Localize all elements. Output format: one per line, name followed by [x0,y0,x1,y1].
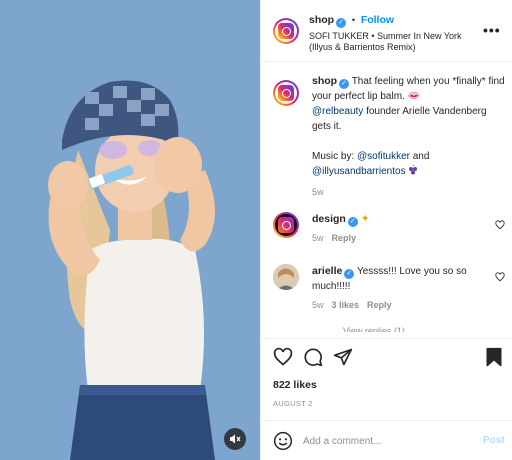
music-and: and [409,151,430,162]
instagram-logo-icon [278,23,294,39]
more-horizontal-icon: ••• [483,22,501,38]
reply-button[interactable]: Reply [367,300,392,310]
reply-button[interactable]: Reply [332,233,357,243]
like-heart-icon[interactable] [273,347,293,367]
music-prefix: Music by: [312,151,358,162]
lips-icon: 👄︎ [407,91,421,102]
view-replies-link[interactable]: View replies (1) [343,324,405,332]
commenter-username[interactable]: design [312,213,346,225]
audio-track-link[interactable]: SOFI TUKKER • Summer In New York (Illyus… [309,31,479,53]
grapes-icon [408,164,418,175]
commenter-username[interactable]: arielle [312,265,342,277]
mention-sofitukker[interactable]: @sofitukker [357,151,410,162]
speaker-muted-icon [230,434,241,444]
verified-badge-icon: ✓ [347,217,358,227]
mention-relbeauty[interactable]: @relbeauty [312,106,363,117]
post-side-panel: shop ✓ • Follow SOFI TUKKER • Summer In N… [260,0,512,460]
verified-badge-icon: ✓ [344,269,355,279]
caption-username[interactable]: shop [312,75,337,87]
audio-track-subtitle: (Illyus & Barrientos Remix) [309,42,416,52]
verified-badge-icon: ✓ [336,18,347,28]
mention-illyusandbarrientos[interactable]: @illyusandbarrientos [312,166,406,177]
post-actions: 822 likes AUGUST 2 [261,338,512,420]
instagram-logo-icon [278,85,294,101]
instagram-logo-icon [278,217,294,233]
emoji-smiley-icon[interactable] [273,431,293,451]
commenter-avatar[interactable] [273,264,299,290]
commenter-avatar[interactable] [273,212,299,238]
verified-badge-icon: ✓ [339,79,350,89]
header-separator: • [351,15,356,25]
video-frame-image [0,0,260,460]
comment-likes-count[interactable]: 3 likes [332,300,360,310]
caption-text: shop ✓ That feeling when you *finally* fi… [312,74,508,200]
comment-composer: Post [261,420,512,460]
likes-count[interactable]: 822 likes [273,379,317,391]
comment-input[interactable] [303,433,453,449]
user-photo-avatar [273,264,299,290]
post-video[interactable] [0,0,260,460]
save-bookmark-icon[interactable] [485,347,503,367]
comment-timestamp: 5w [312,233,324,243]
comment-like-heart-icon[interactable] [495,220,505,230]
comment-timestamp: 5w [312,300,324,310]
post-comment-button[interactable]: Post [483,435,505,446]
post-date: AUGUST 2 [273,399,313,408]
audio-track-title: SOFI TUKKER • Summer In New York [309,31,462,41]
instagram-post: shop ✓ • Follow SOFI TUKKER • Summer In N… [0,0,512,460]
sparkles-icon: ✦ [360,213,370,225]
follow-button[interactable]: Follow [361,14,394,26]
comment-bubble-icon[interactable] [303,347,323,367]
share-paper-plane-icon[interactable] [333,347,353,367]
more-options-button[interactable]: ••• [483,22,501,38]
post-header: shop ✓ • Follow SOFI TUKKER • Summer In N… [261,0,512,62]
caption-timestamp: 5w [312,187,324,197]
caption-avatar[interactable] [273,80,299,106]
mute-button[interactable] [224,428,246,450]
author-username[interactable]: shop [309,14,334,26]
author-avatar[interactable] [273,18,299,44]
comment-like-heart-icon[interactable] [495,272,505,282]
